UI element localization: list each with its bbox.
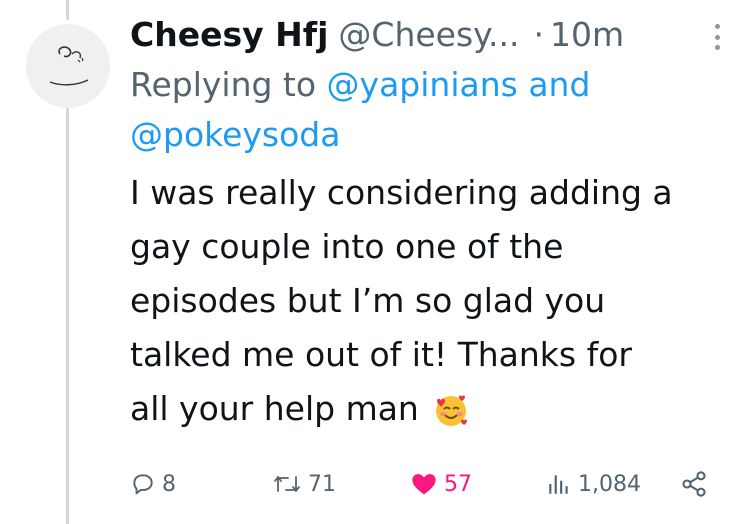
retweet-button[interactable]: 71 (272, 464, 336, 504)
replying-and: and (528, 65, 591, 104)
tweet-content: Cheesy Hfj @Cheesy... · 10m Replying to … (130, 10, 740, 436)
thread-line (66, 108, 69, 524)
thread-line-top (66, 0, 69, 20)
reply-button[interactable]: 8 (130, 464, 176, 504)
smiling-face-with-hearts-icon (433, 390, 469, 426)
tweet-actions: 8 71 57 1,084 (0, 464, 755, 504)
tweet-text: I was really considering adding a gay co… (130, 166, 740, 436)
tweet[interactable]: Cheesy Hfj @Cheesy... · 10m Replying to … (0, 0, 755, 524)
retweet-count: 71 (308, 471, 336, 497)
tweet-text-line: I was really considering adding a (130, 173, 673, 212)
replying-prefix: Replying to (130, 65, 317, 104)
reply-icon (133, 474, 153, 495)
reply-count: 8 (162, 471, 176, 497)
user-handle[interactable]: @Cheesy... (338, 10, 519, 60)
heart-icon (412, 474, 436, 495)
more-options-icon[interactable] (712, 24, 722, 50)
like-button[interactable]: 57 (410, 464, 472, 504)
like-count: 57 (444, 471, 472, 497)
tweet-text-line: talked me out of it! Thanks for (130, 335, 632, 374)
views-button[interactable]: 1,084 (546, 464, 641, 504)
separator-dot: · (533, 15, 544, 54)
timestamp[interactable]: 10m (550, 10, 624, 60)
mention-link[interactable]: @yapinians (327, 65, 518, 104)
replying-to: Replying to @yapinians and @pokeysoda (130, 60, 740, 160)
display-name[interactable]: Cheesy Hfj (130, 10, 328, 60)
tweet-header: Cheesy Hfj @Cheesy... · 10m (130, 10, 740, 60)
tweet-text-line: all your help man (130, 389, 419, 428)
retweet-icon (274, 476, 300, 492)
tweet-text-line: gay couple into one of the (130, 227, 564, 266)
view-count: 1,084 (578, 471, 641, 497)
avatar[interactable] (26, 24, 110, 108)
share-button[interactable] (680, 464, 714, 504)
avatar-sketch-icon (26, 24, 110, 108)
tweet-text-line-last: all your help man (130, 382, 740, 436)
views-chart-icon (549, 475, 568, 494)
mention-link[interactable]: @pokeysoda (130, 115, 340, 154)
tweet-text-line: episodes but I’m so glad you (130, 281, 606, 320)
share-icon (682, 471, 706, 497)
